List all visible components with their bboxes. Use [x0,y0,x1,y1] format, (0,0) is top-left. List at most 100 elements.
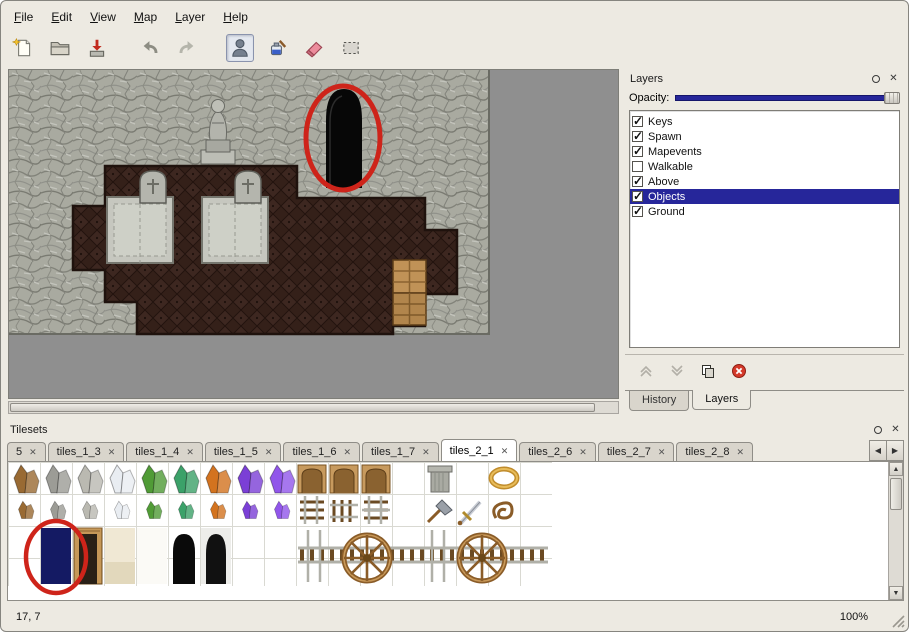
move-layer-up-button[interactable] [637,362,655,380]
layer-label: Mapevents [648,146,702,158]
cream-tile-shade [105,562,135,584]
rect-select-icon [340,37,362,59]
layer-checkbox[interactable]: ✓ [632,206,643,217]
tab-scroll-right-button[interactable]: ▶ [886,440,904,461]
tileset-tab-2[interactable]: tiles_1_4✕ [126,442,203,461]
opacity-slider[interactable] [675,91,900,105]
layer-label: Spawn [648,131,682,143]
layer-row-spawn[interactable]: ✓ Spawn [630,129,899,144]
tab-close-icon[interactable]: ✕ [658,448,666,457]
chevron-up-icon [638,363,654,379]
rect-select-tool-button[interactable] [337,34,365,62]
tileset-tab-4[interactable]: tiles_1_6✕ [283,442,360,461]
layers-close-button[interactable]: ✕ [887,72,900,85]
layer-label: Above [648,176,679,188]
fill-tool-icon [266,37,288,59]
menu-edit[interactable]: Edit [42,7,81,27]
new-file-button[interactable] [9,34,37,62]
scroll-down-button[interactable]: ▼ [889,586,903,600]
menu-view[interactable]: View [81,7,125,27]
open-file-button[interactable] [46,34,74,62]
tileset-tabbar: 5✕ tiles_1_3✕ tiles_1_4✕ tiles_1_5✕ tile… [5,438,866,461]
selected-tile[interactable] [41,528,71,584]
tab-close-icon[interactable]: ✕ [186,448,194,457]
wooden-crates [393,260,426,325]
layer-checkbox[interactable]: ✓ [632,116,643,127]
layer-checkbox[interactable]: ✓ [632,191,643,202]
tileset-vertical-scrollbar[interactable]: ▲ ▼ [888,462,903,600]
tileset-tab-8[interactable]: tiles_2_7✕ [598,442,675,461]
tab-close-icon[interactable]: ✕ [422,448,430,457]
pillar-capital-tile [428,466,452,492]
eraser-tool-button[interactable] [300,34,328,62]
layer-row-mapevents[interactable]: ✓ Mapevents [630,144,899,159]
tab-close-icon[interactable]: ✕ [108,448,116,457]
tileset-tab-0[interactable]: 5✕ [7,442,46,461]
duplicate-layer-button[interactable] [699,362,717,380]
duplicate-icon [700,363,716,379]
undo-button[interactable] [136,34,164,62]
layer-checkbox[interactable]: ✓ [632,176,643,187]
wooden-gate-tiles [298,465,390,493]
tileset-content: ▲ ▼ [7,461,904,601]
map-viewport[interactable] [8,69,619,399]
layer-checkbox[interactable]: ✓ [632,161,643,172]
tab-history[interactable]: History [629,391,689,411]
cursor-coordinates: 17, 7 [16,611,40,623]
open-folder-icon [49,37,71,59]
wagon-wheel-right [459,535,505,581]
layer-row-objects[interactable]: ✓ Objects [630,189,899,204]
tileset-tab-1[interactable]: tiles_1_3✕ [48,442,125,461]
save-button[interactable] [83,34,111,62]
tab-layers[interactable]: Layers [692,390,751,410]
tileset-tab-9[interactable]: tiles_2_8✕ [676,442,753,461]
layer-row-keys[interactable]: ✓ Keys [630,114,899,129]
opacity-slider-track[interactable] [675,95,900,101]
dark-arch-tile-2 [201,528,231,584]
map-horizontal-scrollbar[interactable] [8,401,619,414]
tab-close-icon[interactable]: ✕ [501,447,509,456]
layer-checkbox[interactable]: ✓ [632,146,643,157]
layers-panel: Layers ✕ Opacity: ✓ Keys ✓ Spawn ✓ [625,69,904,412]
menu-file[interactable]: File [5,7,42,27]
tileset-tab-7[interactable]: tiles_2_6✕ [519,442,596,461]
tab-close-icon[interactable]: ✕ [265,448,273,457]
layers-float-button[interactable] [869,72,882,85]
tab-scroll-left-button[interactable]: ◀ [869,440,887,461]
tileset-tab-3[interactable]: tiles_1_5✕ [205,442,282,461]
menubar: File Edit View Map Layer Help [5,7,257,27]
tab-close-icon[interactable]: ✕ [736,448,744,457]
opacity-slider-handle[interactable] [884,92,900,104]
resize-grip[interactable] [891,614,905,628]
menu-map[interactable]: Map [125,7,166,27]
hscroll-thumb[interactable] [10,403,595,412]
menu-layer[interactable]: Layer [166,7,214,27]
layers-panel-title: Layers [627,73,663,85]
tilesets-float-button[interactable] [871,423,884,436]
tileset-canvas[interactable] [8,462,888,598]
map-canvas[interactable] [9,70,618,398]
menu-help[interactable]: Help [214,7,257,27]
delete-layer-button[interactable] [730,362,748,380]
tileset-tab-5[interactable]: tiles_1_7✕ [362,442,439,461]
redo-button[interactable] [173,34,201,62]
tab-close-icon[interactable]: ✕ [344,448,352,457]
move-layer-down-button[interactable] [668,362,686,380]
layer-row-above[interactable]: ✓ Above [630,174,899,189]
tab-close-icon[interactable]: ✕ [579,448,587,457]
layers-panel-tabs: History Layers [625,390,904,412]
tab-close-icon[interactable]: ✕ [29,448,37,457]
layer-label: Objects [648,191,685,203]
layer-row-ground[interactable]: ✓ Ground [630,204,899,219]
layer-row-walkable[interactable]: ✓ Walkable [630,159,899,174]
stamp-tool-button[interactable] [226,34,254,62]
tilesets-close-button[interactable]: ✕ [889,423,902,436]
vscroll-thumb[interactable] [890,478,902,510]
float-icon [874,426,882,434]
fill-tool-button[interactable] [263,34,291,62]
layers-panel-header: Layers ✕ [627,71,900,86]
scroll-up-button[interactable]: ▲ [889,462,903,476]
close-icon: ✕ [891,425,899,435]
layer-checkbox[interactable]: ✓ [632,131,643,142]
tileset-tab-6[interactable]: tiles_2_1✕ [441,439,518,461]
